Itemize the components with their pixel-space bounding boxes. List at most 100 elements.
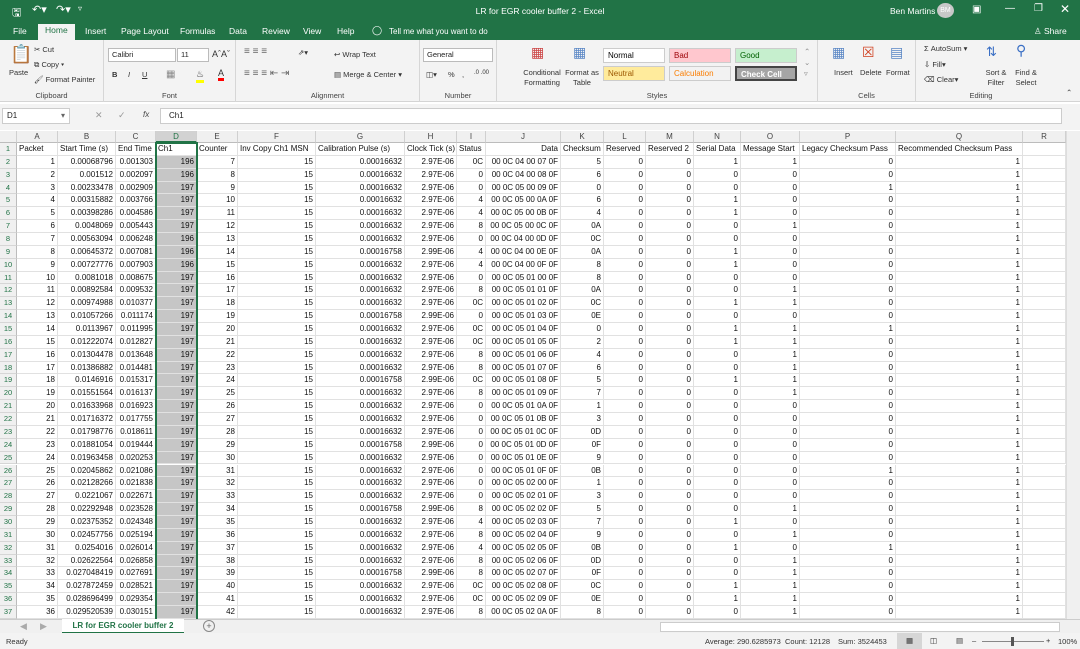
cell[interactable]: [1023, 233, 1066, 246]
cell[interactable]: 0: [646, 233, 694, 246]
cell[interactable]: 1: [694, 155, 741, 169]
cell[interactable]: 1: [741, 528, 800, 542]
cell[interactable]: [1023, 297, 1066, 311]
cell[interactable]: 16: [197, 271, 238, 285]
cell[interactable]: 0.00016632: [316, 181, 405, 195]
column-header-l[interactable]: L: [604, 131, 646, 143]
cell[interactable]: 28: [197, 425, 238, 439]
cell[interactable]: 0.004586: [116, 207, 156, 221]
cell[interactable]: 00 0C 05 02 01 0F: [486, 490, 561, 504]
cell[interactable]: 197: [156, 503, 197, 516]
cell[interactable]: 0.00727776: [58, 258, 116, 272]
cell[interactable]: 0.00233478: [58, 181, 116, 195]
cell[interactable]: 196: [156, 168, 197, 182]
cell[interactable]: 0.00016632: [316, 400, 405, 414]
cell[interactable]: 1: [896, 310, 1023, 324]
cell[interactable]: [1023, 593, 1066, 606]
cell[interactable]: 0: [694, 181, 741, 195]
cell[interactable]: 0: [646, 194, 694, 208]
cell[interactable]: 0.02622564: [58, 554, 116, 568]
cell[interactable]: 0: [694, 464, 741, 478]
cell[interactable]: 15: [238, 605, 316, 619]
cell[interactable]: 0: [741, 515, 800, 529]
cell[interactable]: [1023, 541, 1066, 555]
cell[interactable]: 41: [197, 593, 238, 606]
cell[interactable]: 197: [156, 400, 197, 414]
cell[interactable]: 15: [238, 374, 316, 388]
close-icon[interactable]: ✕: [1060, 2, 1070, 16]
row-header[interactable]: 10: [0, 258, 17, 272]
cell[interactable]: 0: [604, 477, 646, 491]
cell[interactable]: 0.017755: [116, 413, 156, 426]
spreadsheet-grid[interactable]: A B C D E F G H I J K L M N O P Q R 1 Packet Start Time (s) E…: [0, 131, 1066, 619]
cell[interactable]: 1: [896, 220, 1023, 234]
cell[interactable]: 00 0C 05 00 0A 0F: [486, 194, 561, 208]
cell[interactable]: 15: [238, 438, 316, 452]
cell[interactable]: 15: [238, 233, 316, 246]
column-header-a[interactable]: A: [17, 131, 58, 143]
cell[interactable]: 1: [896, 387, 1023, 401]
cell[interactable]: 00 0C 05 01 06 0F: [486, 348, 561, 362]
cell[interactable]: 1: [741, 387, 800, 401]
format-as-table-button[interactable]: Format as Table: [563, 68, 601, 88]
cell[interactable]: 0: [800, 348, 896, 362]
cell[interactable]: [1023, 181, 1066, 195]
sheet-tab-active[interactable]: LR for EGR cooler buffer 2: [62, 619, 184, 634]
cell[interactable]: 4: [457, 258, 486, 272]
cell[interactable]: 14: [17, 323, 58, 336]
cell[interactable]: 0.00315882: [58, 194, 116, 208]
cell[interactable]: 1: [800, 323, 896, 336]
cell[interactable]: 15: [238, 528, 316, 542]
cell[interactable]: 21: [17, 413, 58, 426]
cell[interactable]: 0: [800, 567, 896, 581]
tab-file[interactable]: File: [6, 25, 34, 40]
cell[interactable]: 0: [741, 207, 800, 221]
cell[interactable]: 11: [17, 284, 58, 298]
cell[interactable]: 1: [800, 181, 896, 195]
share-button[interactable]: ♙ Share: [1034, 26, 1067, 37]
cell[interactable]: [1023, 464, 1066, 478]
cell[interactable]: 1: [694, 323, 741, 336]
cell[interactable]: 8: [457, 528, 486, 542]
column-header-o[interactable]: O: [741, 131, 800, 143]
row-header[interactable]: 32: [0, 541, 17, 555]
cell[interactable]: 15: [238, 515, 316, 529]
cell[interactable]: 1: [896, 194, 1023, 208]
cell[interactable]: 30: [17, 528, 58, 542]
cell[interactable]: [1023, 348, 1066, 362]
font-size-select[interactable]: 11: [177, 48, 209, 62]
cell[interactable]: 0C: [561, 233, 604, 246]
cell[interactable]: 0: [800, 245, 896, 259]
cell[interactable]: 0.00016632: [316, 194, 405, 208]
cell[interactable]: 197: [156, 310, 197, 324]
cell[interactable]: 0: [604, 554, 646, 568]
cell[interactable]: 8: [457, 220, 486, 234]
style-normal[interactable]: Normal: [603, 48, 665, 63]
cell[interactable]: 0.02375352: [58, 515, 116, 529]
orientation-icon[interactable]: ⇗▾: [298, 48, 308, 57]
cell[interactable]: 15: [238, 425, 316, 439]
cell[interactable]: 17: [197, 284, 238, 298]
row-header[interactable]: 36: [0, 593, 17, 606]
cell[interactable]: 0: [800, 554, 896, 568]
cell[interactable]: 00 0C 05 02 06 0F: [486, 554, 561, 568]
row-header[interactable]: 18: [0, 361, 17, 375]
cell[interactable]: 31: [17, 541, 58, 555]
style-good[interactable]: Good: [735, 48, 797, 63]
restore-icon[interactable]: ❐: [1034, 3, 1043, 14]
cell[interactable]: 0.028521: [116, 580, 156, 594]
cell[interactable]: 0: [646, 490, 694, 504]
cell[interactable]: 1: [896, 258, 1023, 272]
cell[interactable]: 0: [646, 593, 694, 606]
cell[interactable]: 0.02292948: [58, 503, 116, 516]
cell[interactable]: 0.00016632: [316, 155, 405, 169]
number-format-select[interactable]: General: [423, 48, 493, 62]
cell[interactable]: 1: [741, 580, 800, 594]
page-break-view-button[interactable]: ▤: [956, 636, 963, 645]
cell[interactable]: 0: [646, 155, 694, 169]
delete-button[interactable]: Delete: [860, 68, 882, 77]
cell[interactable]: [1023, 168, 1066, 182]
cell[interactable]: 00 0C 05 01 0B 0F: [486, 413, 561, 426]
cell[interactable]: 30: [197, 451, 238, 465]
cell[interactable]: 0.007081: [116, 245, 156, 259]
